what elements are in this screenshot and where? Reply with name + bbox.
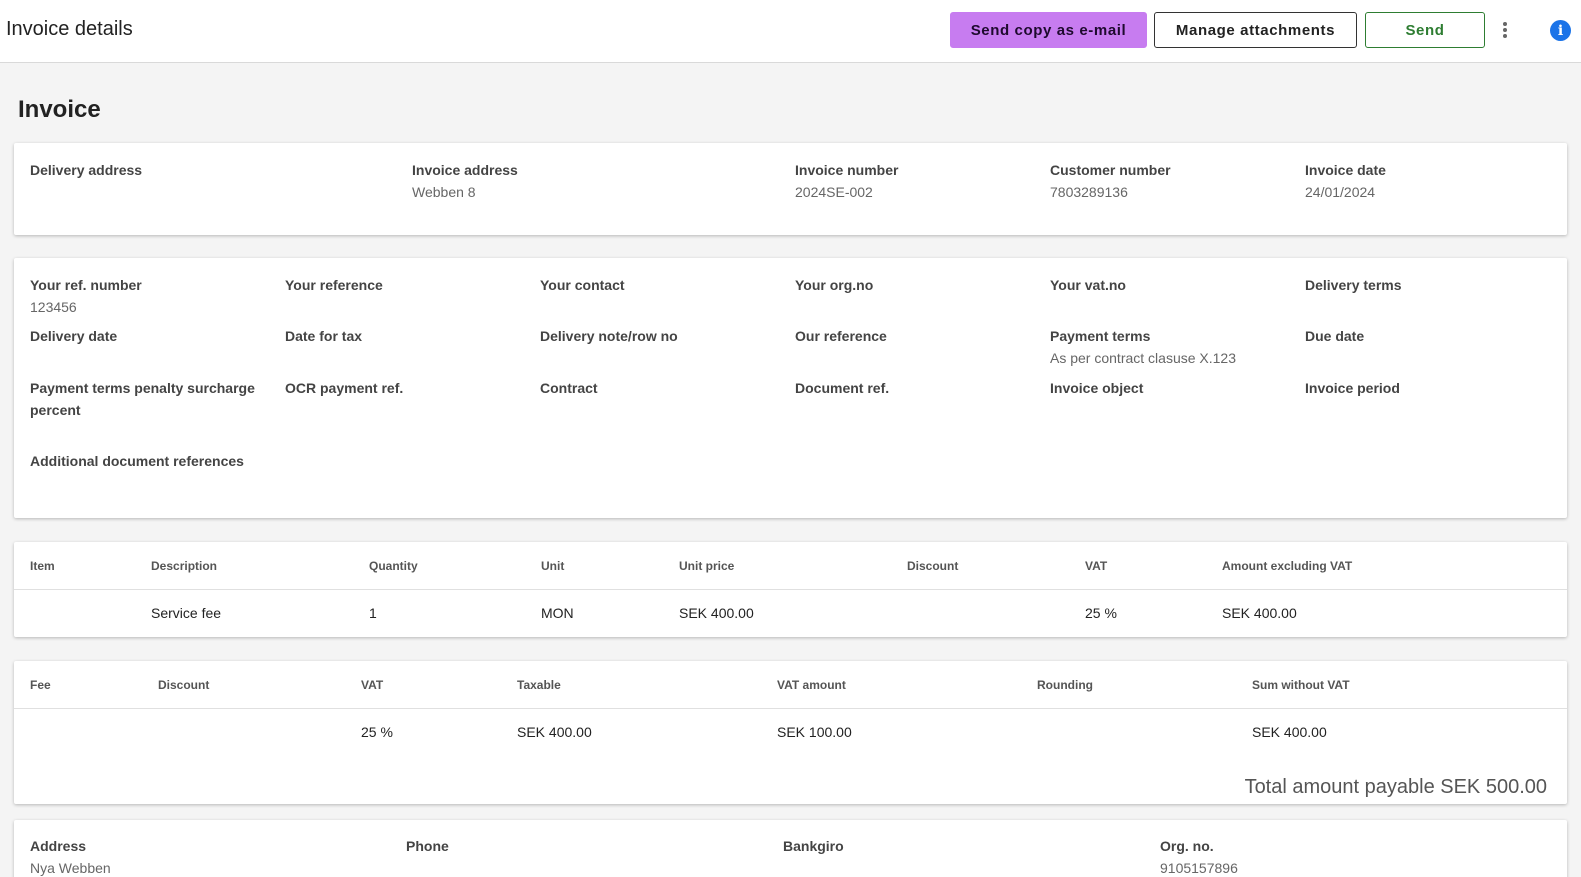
- cell-unit-price: SEK 400.00: [679, 605, 754, 621]
- invoice-period-label: Invoice period: [1305, 380, 1400, 396]
- manage-attachments-button[interactable]: Manage attachments: [1154, 12, 1357, 48]
- invoice-date-value: 24/01/2024: [1305, 184, 1376, 200]
- more-vertical-icon[interactable]: [1497, 16, 1513, 44]
- invoice-fees-table: Fee Discount VAT Taxable VAT amount Roun…: [14, 661, 1567, 804]
- send-copy-email-button[interactable]: Send copy as e-mail: [950, 12, 1147, 48]
- top-bar: Invoice details Send copy as e-mail Mana…: [0, 0, 1581, 63]
- column-header-taxable: Taxable: [517, 678, 561, 692]
- your-org-no-label: Your org.no: [795, 277, 874, 293]
- delivery-terms-label: Delivery terms: [1305, 277, 1402, 293]
- invoice-references-card: Your ref. number 123456 Your reference Y…: [14, 258, 1567, 518]
- payment-terms-value: As per contract clasuse X.123: [1050, 350, 1236, 366]
- address-value: Nya Webben: [30, 860, 111, 876]
- column-header-fee: Fee: [30, 678, 51, 692]
- column-header-discount: Discount: [158, 678, 210, 692]
- invoice-date-label: Invoice date: [1305, 162, 1386, 178]
- cell-amount-excl-vat: SEK 400.00: [1222, 605, 1297, 621]
- document-ref-label: Document ref.: [795, 380, 890, 396]
- cell-taxable: SEK 400.00: [517, 724, 592, 740]
- invoice-object-label: Invoice object: [1050, 380, 1144, 396]
- column-header-sum-without-vat: Sum without VAT: [1252, 678, 1350, 692]
- penalty-surcharge-label: Payment terms penalty surcharge: [30, 380, 255, 396]
- delivery-address-label: Delivery address: [30, 162, 143, 178]
- column-header-quantity: Quantity: [369, 559, 418, 573]
- delivery-note-label: Delivery note/row no: [540, 328, 678, 344]
- your-contact-label: Your contact: [540, 277, 625, 293]
- column-header-discount: Discount: [907, 559, 959, 573]
- delivery-date-label: Delivery date: [30, 328, 118, 344]
- table-divider: [14, 708, 1567, 709]
- phone-label: Phone: [406, 838, 449, 854]
- our-reference-label: Our reference: [795, 328, 887, 344]
- org-no-label: Org. no.: [1160, 838, 1214, 854]
- cell-sum-without-vat: SEK 400.00: [1252, 724, 1327, 740]
- invoice-number-value: 2024SE-002: [795, 184, 873, 200]
- cell-quantity: 1: [369, 605, 377, 621]
- table-divider: [14, 589, 1567, 590]
- contract-label: Contract: [540, 380, 598, 396]
- ocr-payment-ref-label: OCR payment ref.: [285, 380, 404, 396]
- column-header-vat: VAT: [1085, 559, 1108, 573]
- bankgiro-label: Bankgiro: [783, 838, 844, 854]
- customer-number-label: Customer number: [1050, 162, 1171, 178]
- invoice-address-label: Invoice address: [412, 162, 518, 178]
- column-header-amount-excl-vat: Amount excluding VAT: [1222, 559, 1353, 573]
- column-header-item: Item: [30, 559, 55, 573]
- send-button[interactable]: Send: [1365, 12, 1485, 48]
- penalty-surcharge-label-continued: percent: [30, 402, 81, 418]
- org-no-value: 9105157896: [1160, 860, 1238, 876]
- company-info-card: Address Nya Webben Phone Bankgiro Org. n…: [14, 820, 1567, 877]
- invoice-number-label: Invoice number: [795, 162, 899, 178]
- due-date-label: Due date: [1305, 328, 1365, 344]
- invoice-address-value: Webben 8: [412, 184, 476, 200]
- your-vat-no-label: Your vat.no: [1050, 277, 1126, 293]
- column-header-unit-price: Unit price: [679, 559, 735, 573]
- cell-vat-amount: SEK 100.00: [777, 724, 852, 740]
- payment-terms-label: Payment terms: [1050, 328, 1151, 344]
- additional-document-references-label: Additional document references: [30, 453, 244, 469]
- column-header-rounding: Rounding: [1037, 678, 1093, 692]
- customer-number-value: 7803289136: [1050, 184, 1128, 200]
- your-reference-label: Your reference: [285, 277, 383, 293]
- your-ref-number-label: Your ref. number: [30, 277, 142, 293]
- column-header-vat-amount: VAT amount: [777, 678, 846, 692]
- column-header-vat: VAT: [361, 678, 384, 692]
- cell-unit: MON: [541, 605, 574, 621]
- page-title: Invoice: [18, 96, 101, 123]
- your-ref-number-value: 123456: [30, 299, 77, 315]
- column-header-description: Description: [151, 559, 218, 573]
- invoice-summary-card: Delivery address Invoice address Webben …: [14, 143, 1567, 235]
- cell-vat: 25 %: [1085, 605, 1117, 621]
- date-for-tax-label: Date for tax: [285, 328, 363, 344]
- column-header-unit: Unit: [541, 559, 565, 573]
- total-amount-payable: Total amount payable SEK 500.00: [1244, 776, 1547, 798]
- invoice-items-table: Item Description Quantity Unit Unit pric…: [14, 542, 1567, 637]
- info-icon[interactable]: i: [1550, 20, 1571, 41]
- address-label: Address: [30, 838, 87, 854]
- cell-description: Service fee: [151, 605, 222, 621]
- page-header-title: Invoice details: [6, 18, 133, 40]
- cell-vat: 25 %: [361, 724, 393, 740]
